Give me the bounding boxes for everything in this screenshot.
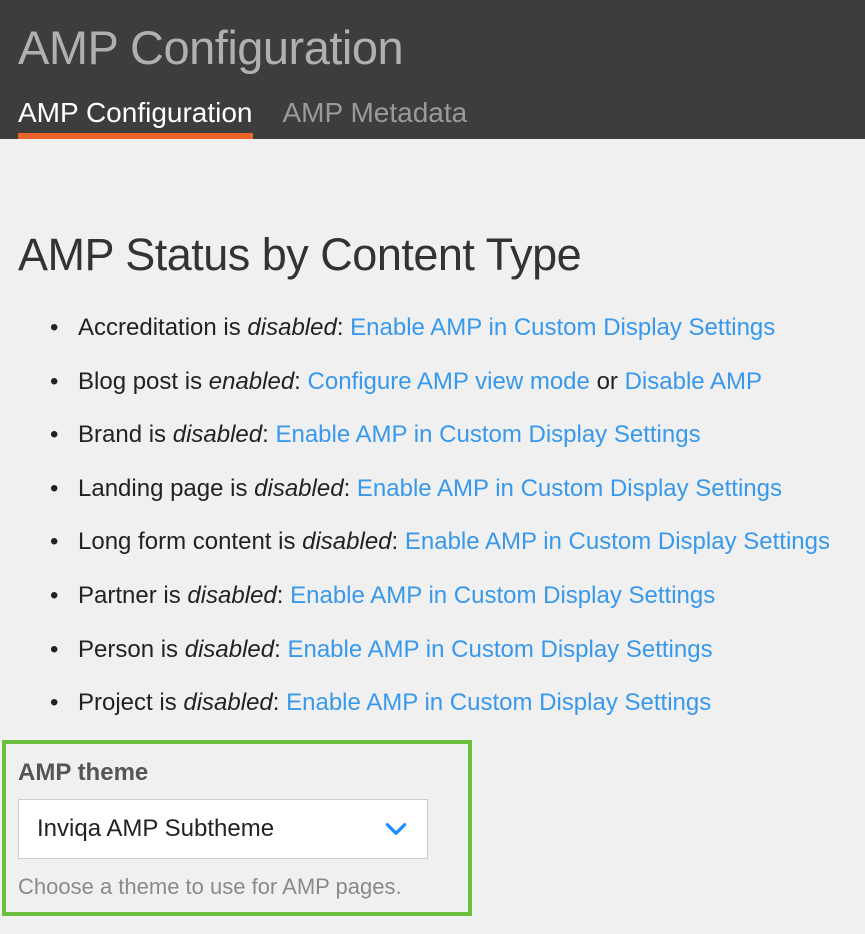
list-item: Accreditation is disabled: Enable AMP in…: [78, 311, 847, 345]
amp-theme-label: AMP theme: [18, 759, 456, 787]
enable-link[interactable]: Enable AMP in Custom Display Settings: [357, 475, 782, 502]
amp-theme-select[interactable]: Inviqa AMP Subtheme: [18, 799, 428, 859]
status-badge: disabled: [173, 421, 262, 448]
content-type-name: Partner: [78, 582, 157, 609]
status-badge: disabled: [185, 636, 274, 663]
header: AMP Configuration AMP Configuration AMP …: [0, 0, 865, 139]
enable-link[interactable]: Enable AMP in Custom Display Settings: [405, 528, 830, 555]
content-type-name: Person: [78, 636, 154, 663]
status-badge: disabled: [302, 528, 391, 555]
tab-amp-configuration[interactable]: AMP Configuration: [18, 97, 253, 139]
disable-link[interactable]: Disable AMP: [625, 368, 762, 395]
list-item: Partner is disabled: Enable AMP in Custo…: [78, 579, 847, 613]
tabs: AMP Configuration AMP Metadata: [18, 97, 847, 139]
list-item: Long form content is disabled: Enable AM…: [78, 525, 847, 559]
page-title: AMP Configuration: [18, 20, 847, 75]
section-title: AMP Status by Content Type: [18, 229, 847, 281]
list-item: Blog post is enabled: Configure AMP view…: [78, 365, 847, 399]
select-value: Inviqa AMP Subtheme: [37, 815, 383, 843]
list-item: Landing page is disabled: Enable AMP in …: [78, 472, 847, 506]
list-item: Project is disabled: Enable AMP in Custo…: [78, 686, 847, 720]
chevron-down-icon: [383, 816, 409, 842]
status-badge: enabled: [209, 368, 294, 395]
amp-theme-section: AMP theme Inviqa AMP Subtheme Choose a t…: [2, 740, 472, 916]
enable-link[interactable]: Enable AMP in Custom Display Settings: [290, 582, 715, 609]
status-badge: disabled: [183, 689, 272, 716]
configure-link[interactable]: Configure AMP view mode: [308, 368, 590, 395]
enable-link[interactable]: Enable AMP in Custom Display Settings: [350, 314, 775, 341]
list-item: Brand is disabled: Enable AMP in Custom …: [78, 418, 847, 452]
status-badge: disabled: [187, 582, 276, 609]
content-type-name: Accreditation: [78, 314, 217, 341]
content-type-name: Landing page: [78, 475, 223, 502]
status-badge: disabled: [254, 475, 343, 502]
status-badge: disabled: [247, 314, 336, 341]
list-item: Person is disabled: Enable AMP in Custom…: [78, 633, 847, 667]
amp-theme-description: Choose a theme to use for AMP pages.: [18, 874, 456, 900]
content-type-name: Brand: [78, 421, 142, 448]
content-type-name: Project: [78, 689, 153, 716]
content-type-list: Accreditation is disabled: Enable AMP in…: [18, 311, 847, 720]
enable-link[interactable]: Enable AMP in Custom Display Settings: [275, 421, 700, 448]
content-type-name: Blog post: [78, 368, 178, 395]
enable-link[interactable]: Enable AMP in Custom Display Settings: [286, 689, 711, 716]
content-type-name: Long form content: [78, 528, 271, 555]
enable-link[interactable]: Enable AMP in Custom Display Settings: [287, 636, 712, 663]
tab-amp-metadata[interactable]: AMP Metadata: [283, 97, 468, 139]
content: AMP Status by Content Type Accreditation…: [0, 139, 865, 934]
